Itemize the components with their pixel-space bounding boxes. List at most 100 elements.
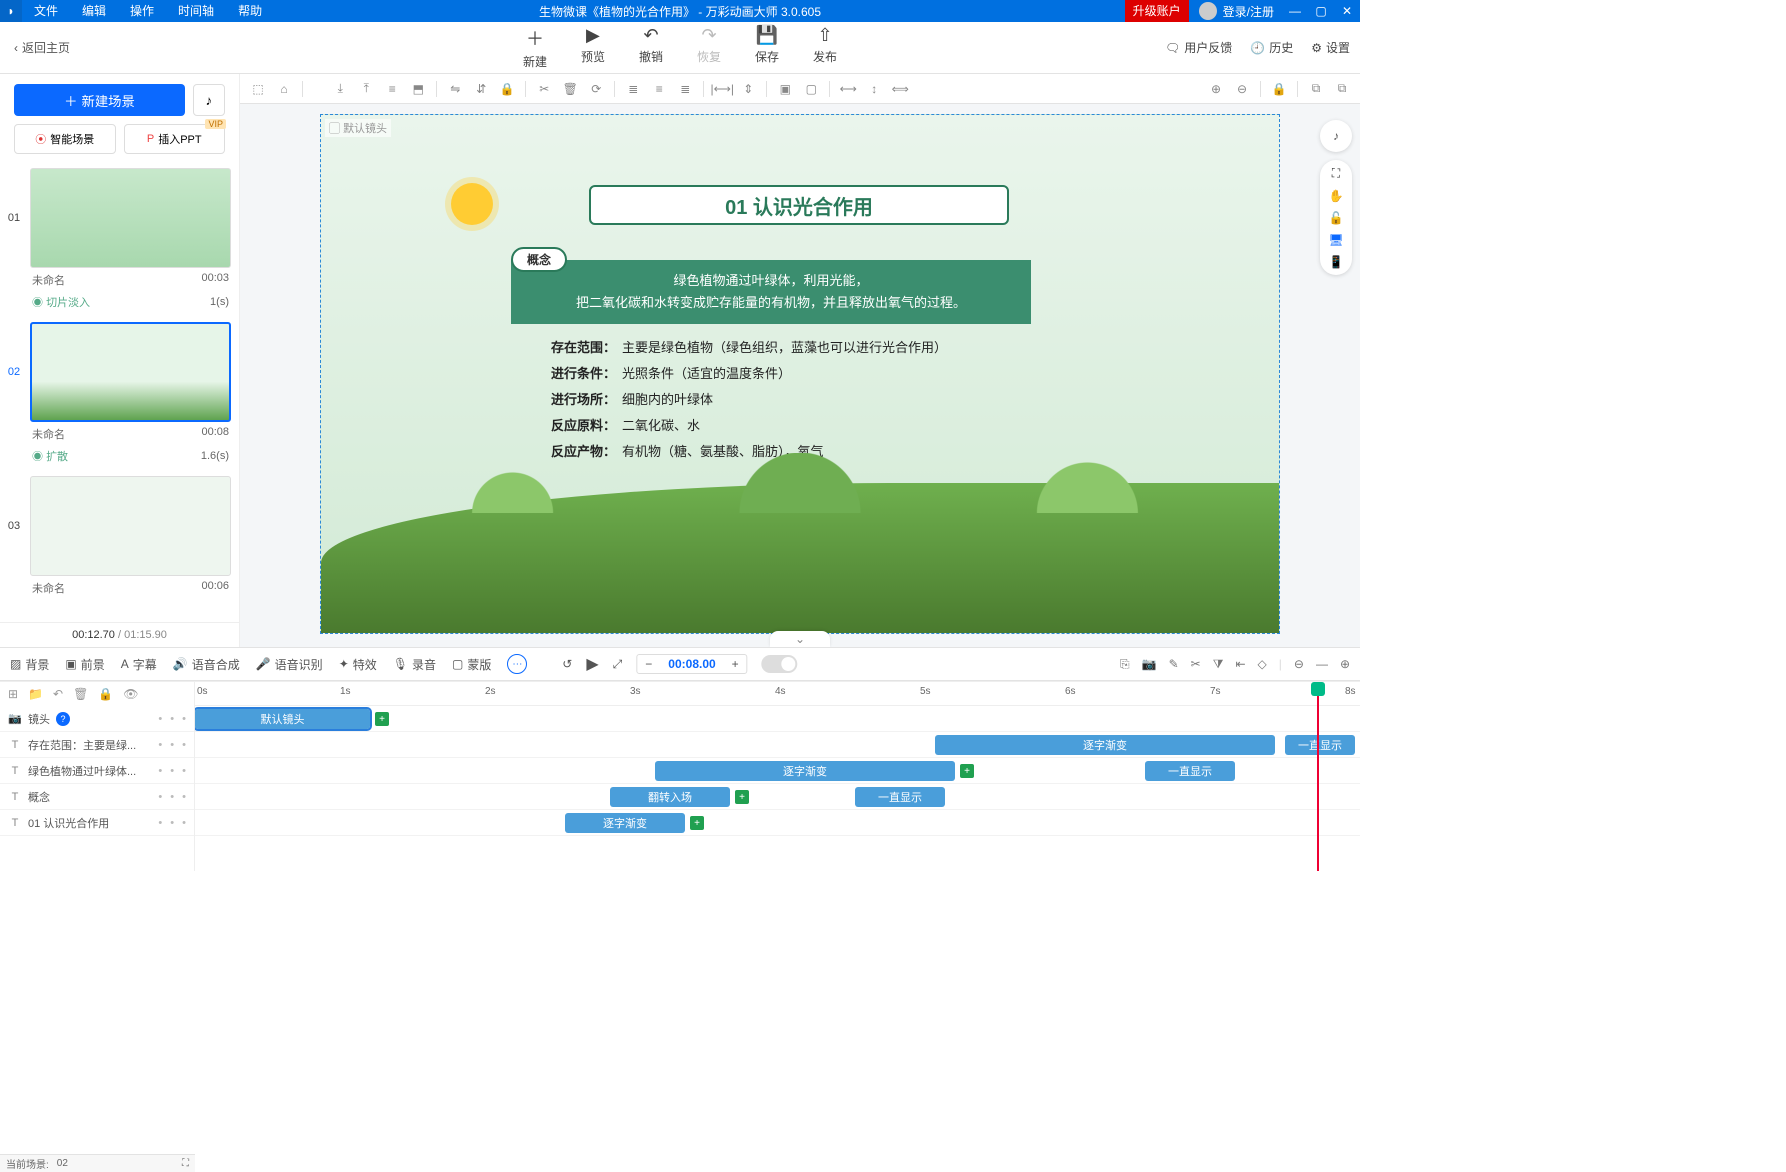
zoom-out-button[interactable]: ⊖ [1230,77,1254,101]
timeline-tracks[interactable]: 0s 1s 2s 3s 4s 5s 6s 7s 8s 默认镜头 + 逐字渐变 一… [195,682,1360,871]
tool-align-right[interactable]: ≣ [673,77,697,101]
clip-camera[interactable]: 默认镜头 [195,709,370,729]
clip[interactable]: 翻转入场 [610,787,730,807]
close-button[interactable]: ✕ [1334,4,1360,18]
add-keyframe[interactable]: + [690,816,704,830]
tool-flip-v[interactable]: ⇵ [469,77,493,101]
tab-asr[interactable]: 🎤语音识别 [256,656,323,673]
login-button[interactable]: 登录/注册 [1223,3,1282,20]
time-plus[interactable]: + [724,655,747,673]
tool-flip-h[interactable]: ⇋ [443,77,467,101]
skip-back-button[interactable]: ↺ [562,657,572,671]
tab-tts[interactable]: 🔊语音合成 [173,656,240,673]
tool-valign-bottom[interactable]: ⤓ [328,77,352,101]
transition-button[interactable]: ◉ 扩散 [32,448,68,464]
tl-tool-1[interactable]: ⎘ [1120,657,1130,672]
transition-button[interactable]: ◉ 切片淡入 [32,294,90,310]
tool-align-left[interactable]: ≣ [621,77,645,101]
tool-valign-top[interactable]: ⤒ [354,77,378,101]
tool-cut[interactable]: ✂ [532,77,556,101]
tl-lock[interactable]: 🔒 [98,687,113,701]
playhead[interactable] [1317,682,1319,871]
loop-switch[interactable] [762,655,798,673]
add-keyframe[interactable]: + [735,790,749,804]
track-3[interactable]: 翻转入场 + 一直显示 [195,784,1360,810]
tool-distribute-v[interactable]: ⇕ [736,77,760,101]
scene-item-3[interactable]: 03 未命名00:06 [4,476,231,600]
track-camera[interactable]: 默认镜头 + [195,706,1360,732]
music-button[interactable]: ♪ [193,84,225,116]
time-ruler[interactable]: 0s 1s 2s 3s 4s 5s 6s 7s 8s [195,682,1360,706]
tool-valign-middle[interactable]: ≡ [380,77,404,101]
tool-send-back[interactable]: ⬒ [406,77,430,101]
avatar-icon[interactable] [1199,2,1217,20]
copy-button[interactable]: ⧉ [1304,77,1328,101]
tool-vdist[interactable]: ↕ [862,77,886,101]
tl-tool-edit[interactable]: ✎ [1169,657,1179,671]
status-maximize-icon[interactable]: ⛶ [182,1158,189,1169]
toolbar-publish[interactable]: ⇧发布 [813,25,837,70]
clip[interactable]: 逐字渐变 [655,761,955,781]
feedback-button[interactable]: 🗨用户反馈 [1165,39,1232,56]
stage[interactable]: ▢ 默认镜头 01 认识光合作用 概念 绿色植物通过叶绿体，利用光能， 把二氧化… [240,104,1360,647]
tl-add-folder[interactable]: 📁 [28,687,43,701]
menu-file[interactable]: 文件 [22,0,70,22]
tl-delete[interactable]: 🗑 [73,687,88,701]
history-button[interactable]: 🕘历史 [1250,39,1293,56]
tool-spacing[interactable]: ⟺ [888,77,912,101]
tool-ungroup[interactable]: ▢ [799,77,823,101]
tool-lock[interactable]: 🔒 [495,77,519,101]
layer-camera[interactable]: 📷镜头?••• [0,706,194,732]
tab-mask[interactable]: ▢蒙版 [452,656,491,673]
layer-text-2[interactable]: T绿色植物通过叶绿体...••• [0,758,194,784]
toolbar-preview[interactable]: ▶预览 [581,25,605,70]
add-keyframe[interactable]: + [960,764,974,778]
clip[interactable]: 一直显示 [1285,735,1355,755]
dock-desktop[interactable]: 🖥 [1328,233,1343,247]
back-home-button[interactable]: ‹ 返回主页 [0,39,84,56]
dock-fullscreen[interactable]: ⛶ [1332,166,1340,181]
tl-tool-align[interactable]: ⇤ [1235,657,1245,671]
minimize-button[interactable]: — [1282,4,1308,18]
layer-text-1[interactable]: T存在范围：主要是绿...••• [0,732,194,758]
tool-align-center[interactable]: ≡ [647,77,671,101]
menu-action[interactable]: 操作 [118,0,166,22]
help-icon[interactable]: ? [56,712,70,726]
clip[interactable]: 逐字渐变 [565,813,685,833]
menu-timeline[interactable]: 时间轴 [166,0,226,22]
expand-button[interactable]: ⤢ [613,657,623,672]
dock-music[interactable]: ♪ [1320,120,1352,152]
clip[interactable]: 一直显示 [855,787,945,807]
toolbar-undo[interactable]: ↶撤销 [639,25,663,70]
scene-thumbnail[interactable] [30,168,231,268]
track-4[interactable]: 逐字渐变 + [195,810,1360,836]
settings-button[interactable]: ⚙设置 [1311,39,1350,56]
menu-edit[interactable]: 编辑 [70,0,118,22]
time-minus[interactable]: − [637,655,660,673]
more-tabs-button[interactable]: ⋯ [507,654,527,674]
tool-group[interactable]: ▣ [773,77,797,101]
tl-zoom-out[interactable]: ⊖ [1294,657,1304,671]
slide-canvas[interactable]: ▢ 默认镜头 01 认识光合作用 概念 绿色植物通过叶绿体，利用光能， 把二氧化… [320,114,1280,634]
scene-thumbnail[interactable] [30,476,231,576]
maximize-button[interactable]: ▢ [1308,4,1334,18]
tl-undo[interactable]: ↶ [53,687,63,701]
tl-tool-keyframe[interactable]: ◇ [1258,657,1267,671]
upgrade-button[interactable]: 升级账户 [1125,0,1189,22]
tool-home[interactable]: ⌂ [272,77,296,101]
tab-background[interactable]: ▨背景 [10,656,49,673]
scene-item-2[interactable]: 02 未命名00:08 ◉ 扩散1.6(s) [4,322,231,472]
new-scene-button[interactable]: ＋新建场景 [14,84,185,116]
track-1[interactable]: 逐字渐变 一直显示 [195,732,1360,758]
scene-item-1[interactable]: 01 未命名00:03 ◉ 切片淡入1(s) [4,168,231,318]
insert-ppt-button[interactable]: P插入PPTVIP [124,124,226,154]
dock-mobile[interactable]: 📱 [1329,255,1344,269]
clip[interactable]: 一直显示 [1145,761,1235,781]
tl-tool-camera[interactable]: 📷 [1142,657,1157,671]
toolbar-save[interactable]: 💾保存 [755,25,779,70]
tl-tool-filter[interactable]: ⧩ [1213,657,1224,672]
tool-hdist[interactable]: ⟷ [836,77,860,101]
lock-canvas-button[interactable]: 🔒 [1267,77,1291,101]
play-button[interactable]: ▶ [586,654,598,674]
scene-thumbnail[interactable] [30,322,231,422]
